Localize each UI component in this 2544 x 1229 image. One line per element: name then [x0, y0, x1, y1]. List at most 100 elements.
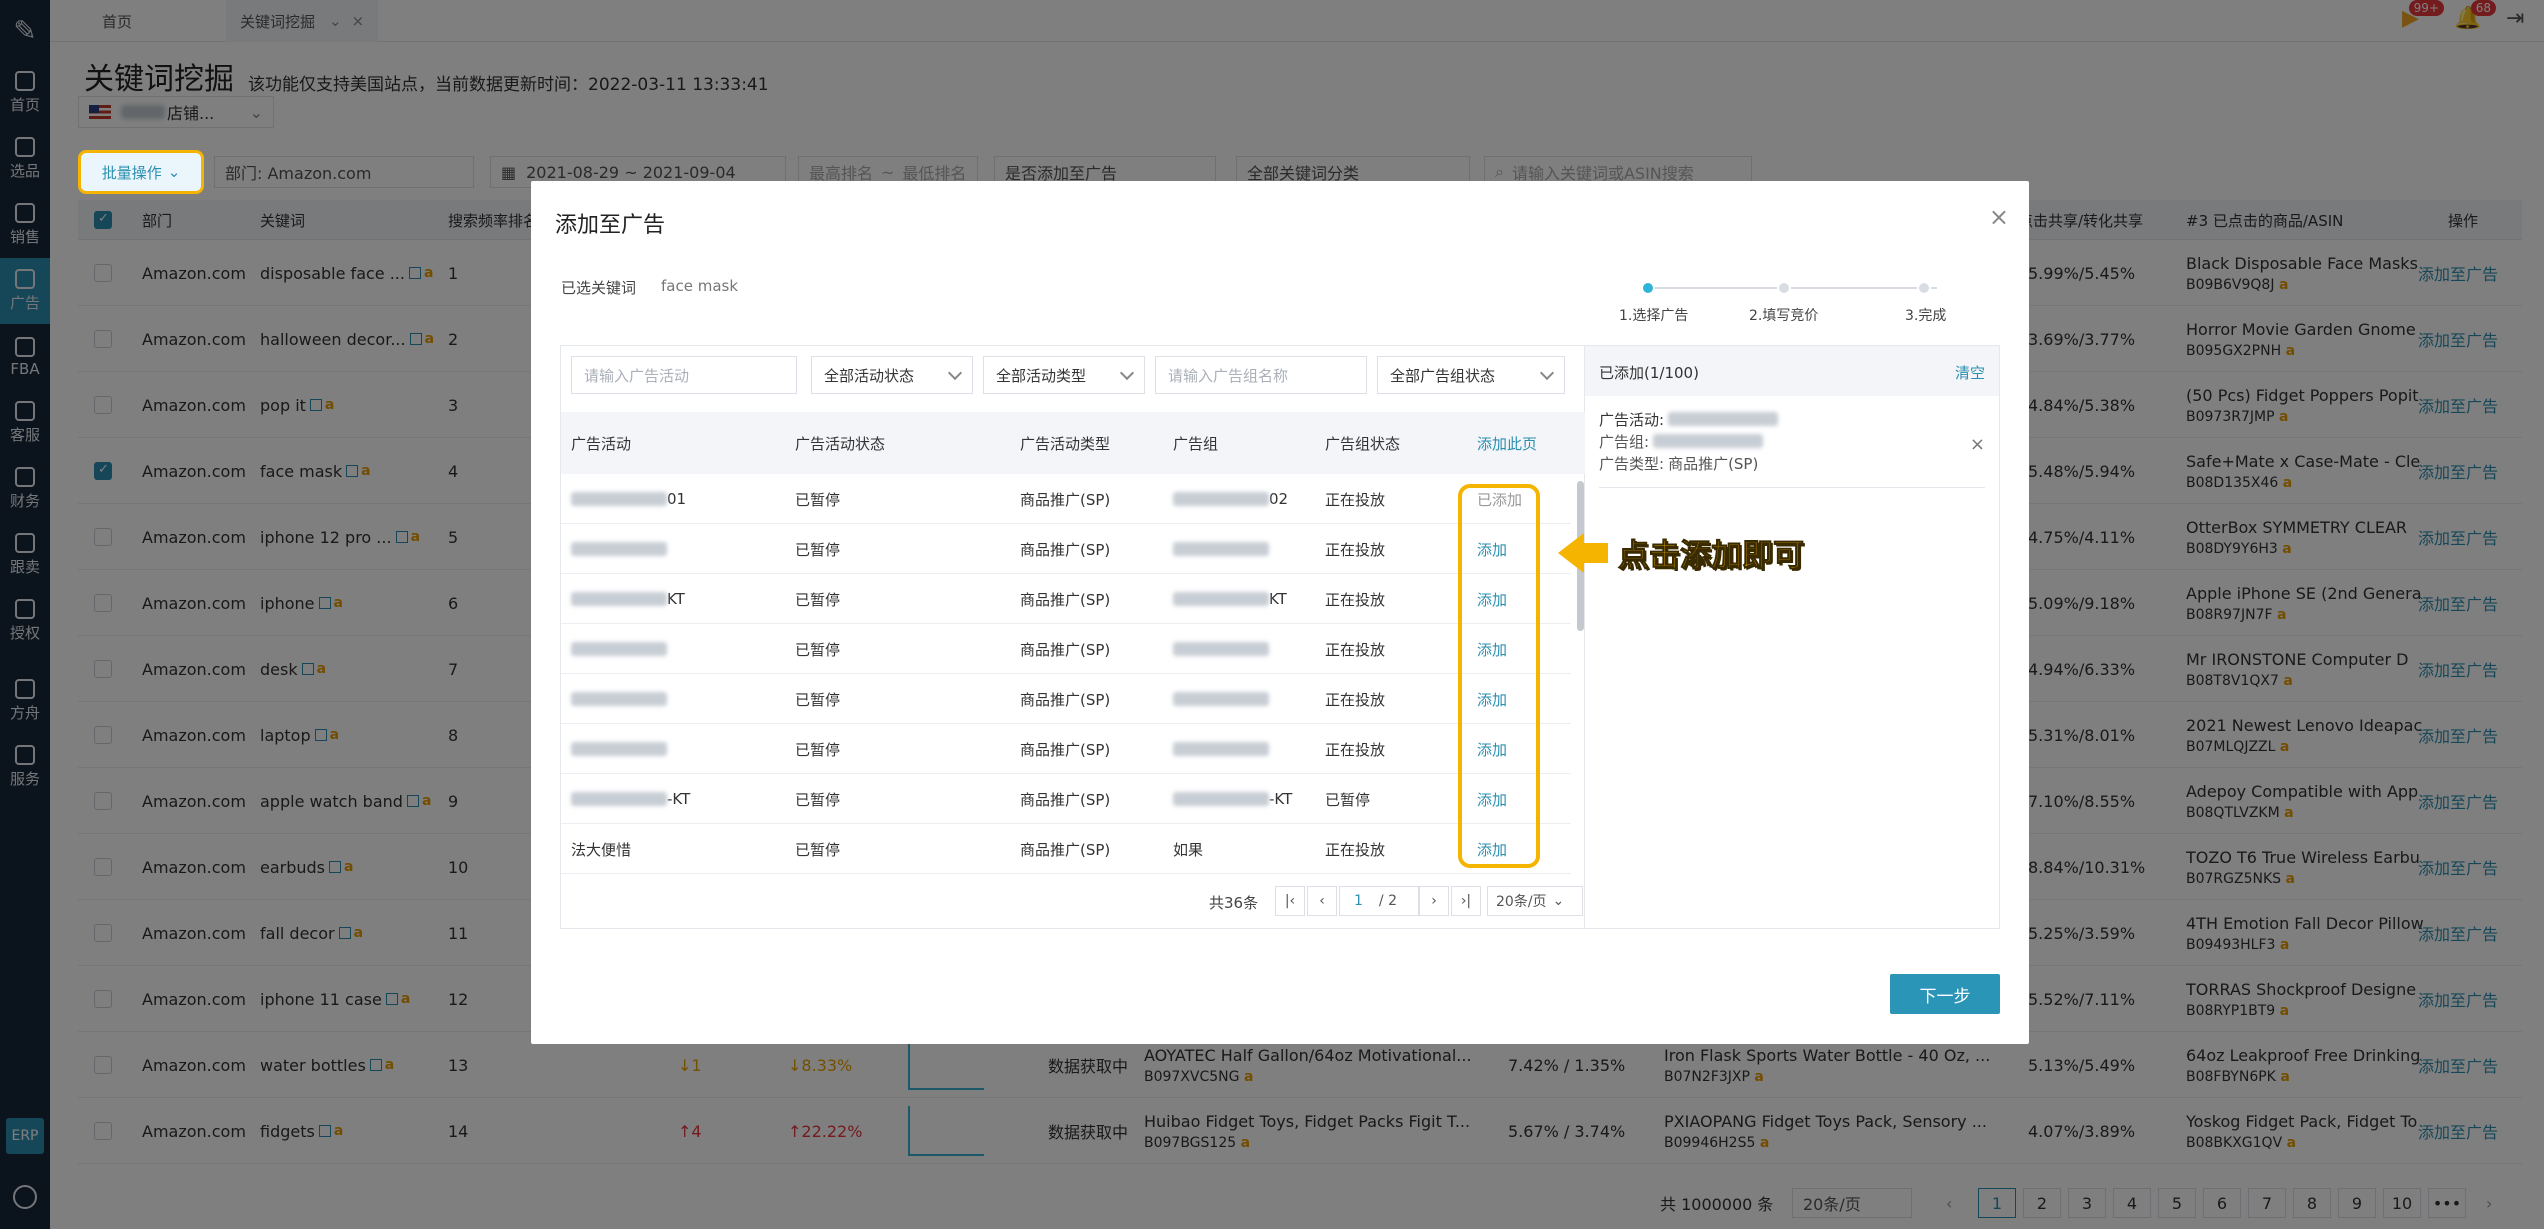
- next-step-button[interactable]: 下一步: [1890, 974, 2000, 1014]
- redacted-campaign: [571, 692, 667, 706]
- row-campaign-status: 已暂停: [795, 790, 841, 809]
- callout-text: 点击添加即可: [1618, 538, 1805, 575]
- modal-pager-total: 共36条: [1209, 893, 1259, 912]
- row-ad-group: -KT: [1173, 774, 1292, 824]
- chevron-down-icon: [947, 365, 963, 381]
- ad-group-status-select[interactable]: 全部广告组状态: [1377, 356, 1565, 394]
- group-status-label: 全部广告组状态: [1390, 366, 1496, 385]
- campaign-tail: KT: [667, 590, 685, 608]
- ad-row: 已暂停 商品推广(SP) 正在投放 添加: [561, 624, 1571, 674]
- close-icon[interactable]: ×: [1989, 203, 2009, 231]
- row-group-status: 正在投放: [1325, 840, 1386, 859]
- page-jump-input[interactable]: 1 / 2: [1339, 886, 1419, 916]
- batch-operation-button[interactable]: 批量操作 ⌄: [78, 150, 204, 194]
- row-group-status: 正在投放: [1325, 490, 1386, 509]
- row-group-status: 已暂停: [1325, 790, 1371, 809]
- current-page: 1: [1354, 893, 1363, 909]
- row-campaign-type: 商品推广(SP): [1020, 690, 1111, 709]
- remove-item-icon[interactable]: ×: [1970, 434, 1985, 455]
- redacted-group: [1173, 542, 1269, 556]
- chevron-down-icon: [1539, 365, 1555, 381]
- chevron-down-icon: ⌄: [167, 163, 181, 181]
- last-page-icon[interactable]: ›|: [1451, 886, 1481, 916]
- page-count: / 2: [1378, 893, 1397, 909]
- added-ad-item: 广告活动: 广告组: 广告类型: 商品推广(SP) ×: [1599, 408, 1985, 488]
- group-tail: -KT: [1269, 790, 1293, 808]
- batch-label: 批量操作: [101, 163, 162, 182]
- add-to-ad-modal: 添加至广告 × 已选关键词 face mask 1.选择广告 2.填写竞价 3.…: [531, 181, 2029, 1044]
- row-campaign-type: 商品推广(SP): [1020, 590, 1111, 609]
- row-campaign: -KT: [571, 774, 690, 824]
- row-campaign-type: 商品推广(SP): [1020, 740, 1111, 759]
- campaign-status-label: 全部活动状态: [824, 366, 915, 385]
- campaign-type-select[interactable]: 全部活动类型: [983, 356, 1145, 394]
- selected-keyword-label: 已选关键词: [561, 279, 637, 297]
- header-group-status: 广告组状态: [1325, 434, 1401, 453]
- step-dot-2: [1777, 281, 1791, 295]
- row-campaign: [571, 524, 667, 574]
- redacted-campaign: [571, 642, 667, 656]
- campaign-search-input[interactable]: 请输入广告活动: [571, 356, 797, 394]
- row-campaign-status: 已暂停: [795, 590, 841, 609]
- row-ad-group: [1173, 674, 1269, 724]
- row-ad-group: [1173, 724, 1269, 774]
- campaign-status-select[interactable]: 全部活动状态: [811, 356, 973, 394]
- row-campaign: 01: [571, 474, 686, 524]
- redacted-campaign: [571, 542, 667, 556]
- first-page-icon[interactable]: |‹: [1275, 886, 1305, 916]
- added-ads-panel: 已添加(1/100) 清空 广告活动: 广告组: 广告类型: 商品推广(SP) ×: [1585, 346, 1999, 928]
- ad-selection-panel: 请输入广告活动 全部活动状态 全部活动类型 请输入广告组名称 全部广告组状态 广…: [560, 345, 2000, 929]
- redacted-group: [1173, 492, 1269, 506]
- row-ad-group: KT: [1173, 574, 1287, 624]
- step-label-1: 1.选择广告: [1619, 308, 1689, 324]
- clear-button[interactable]: 清空: [1955, 362, 1985, 383]
- campaign-tail: 01: [667, 490, 687, 508]
- added-count: 已添加(1/100): [1599, 364, 1699, 382]
- row-campaign-status: 已暂停: [795, 840, 841, 859]
- row-campaign-type: 商品推广(SP): [1020, 640, 1111, 659]
- row-campaign-status: 已暂停: [795, 740, 841, 759]
- row-campaign: [571, 724, 667, 774]
- step-indicator: 1.选择广告 2.填写竞价 3.完成: [1619, 281, 1967, 331]
- ad-row: 01 已暂停 商品推广(SP) 02 正在投放 已添加: [561, 474, 1571, 524]
- next-page-icon[interactable]: ›: [1419, 886, 1449, 916]
- step-dot-3: [1917, 281, 1931, 295]
- chevron-down-icon: [1119, 365, 1135, 381]
- group-placeholder: 请输入广告组名称: [1168, 366, 1289, 385]
- header-campaign: 广告活动: [571, 434, 632, 453]
- modal-page-size-label: 20条/页: [1496, 894, 1547, 910]
- row-ad-group: 如果: [1173, 840, 1204, 859]
- row-campaign-type: 商品推广(SP): [1020, 840, 1111, 859]
- row-campaign-status: 已暂停: [795, 540, 841, 559]
- selected-keyword-value: face mask: [661, 277, 739, 295]
- header-campaign-status: 广告活动状态: [795, 434, 886, 453]
- step-label-2: 2.填写竞价: [1749, 308, 1819, 324]
- ad-group-search-input[interactable]: 请输入广告组名称: [1155, 356, 1367, 394]
- step-dot-1: [1641, 281, 1655, 295]
- row-ad-group: [1173, 524, 1269, 574]
- row-campaign-type: 商品推广(SP): [1020, 490, 1111, 509]
- add-this-page-button[interactable]: 添加此页: [1477, 412, 1537, 474]
- row-campaign: [571, 624, 667, 674]
- row-campaign-type: 商品推广(SP): [1020, 540, 1111, 559]
- row-group-status: 正在投放: [1325, 740, 1386, 759]
- ad-row: -KT 已暂停 商品推广(SP) -KT 已暂停 添加: [561, 774, 1571, 824]
- row-campaign: [571, 674, 667, 724]
- header-campaign-type: 广告活动类型: [1020, 434, 1111, 453]
- added-ads-header: 已添加(1/100) 清空: [1585, 346, 1999, 396]
- step-label-3: 3.完成: [1905, 308, 1947, 324]
- redacted-group: [1173, 692, 1269, 706]
- ad-row: 已暂停 商品推广(SP) 正在投放 添加: [561, 724, 1571, 774]
- row-campaign: KT: [571, 574, 685, 624]
- added-type-key: 广告类型:: [1599, 454, 1665, 473]
- redacted-group: [1173, 592, 1269, 606]
- redacted-campaign: [571, 492, 667, 506]
- modal-title: 添加至广告: [555, 213, 666, 238]
- campaign-type-label: 全部活动类型: [996, 366, 1087, 385]
- redacted-campaign: [571, 592, 667, 606]
- modal-page-size-select[interactable]: 20条/页 ⌄: [1487, 886, 1583, 916]
- added-type-value: 商品推广(SP): [1668, 454, 1759, 473]
- prev-page-icon[interactable]: ‹: [1307, 886, 1337, 916]
- redacted-campaign: [571, 792, 667, 806]
- callout-annotation: 点击添加即可: [1558, 530, 1805, 575]
